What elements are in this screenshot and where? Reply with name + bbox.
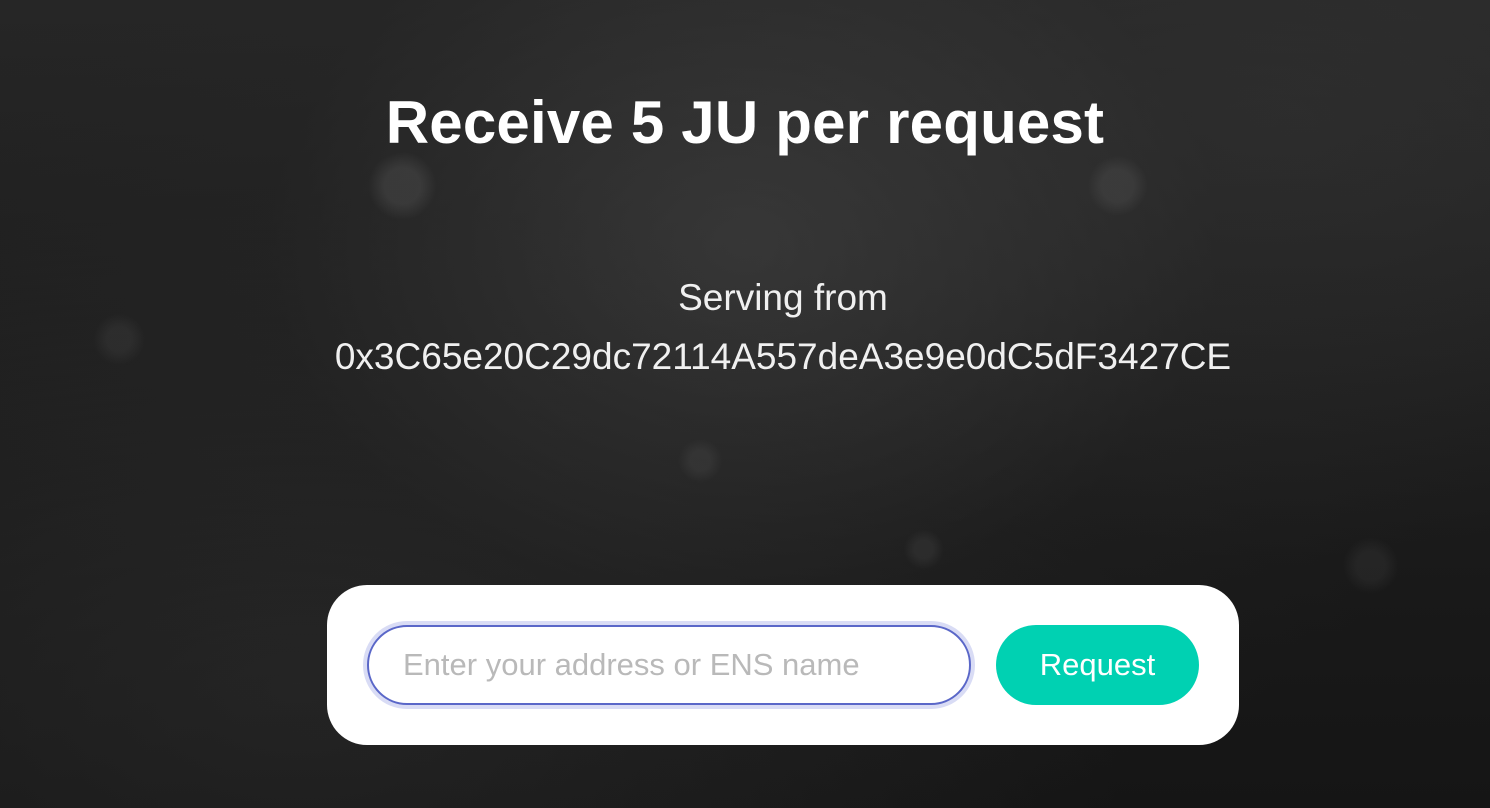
faucet-address: 0x3C65e20C29dc72114A557deA3e9e0dC5dF3427… [334,336,1232,377]
faucet-page: { "header": { "title": "Receive 5 JU per… [0,0,1490,808]
page-title: Receive 5 JU per request [385,89,1105,156]
request-button[interactable]: Request [996,625,1199,705]
serving-info: Serving from 0x3C65e20C29dc72114A557deA3… [330,268,1236,386]
address-input[interactable] [367,625,971,705]
request-form-card: Request [327,585,1239,745]
serving-label: Serving from [678,277,888,318]
